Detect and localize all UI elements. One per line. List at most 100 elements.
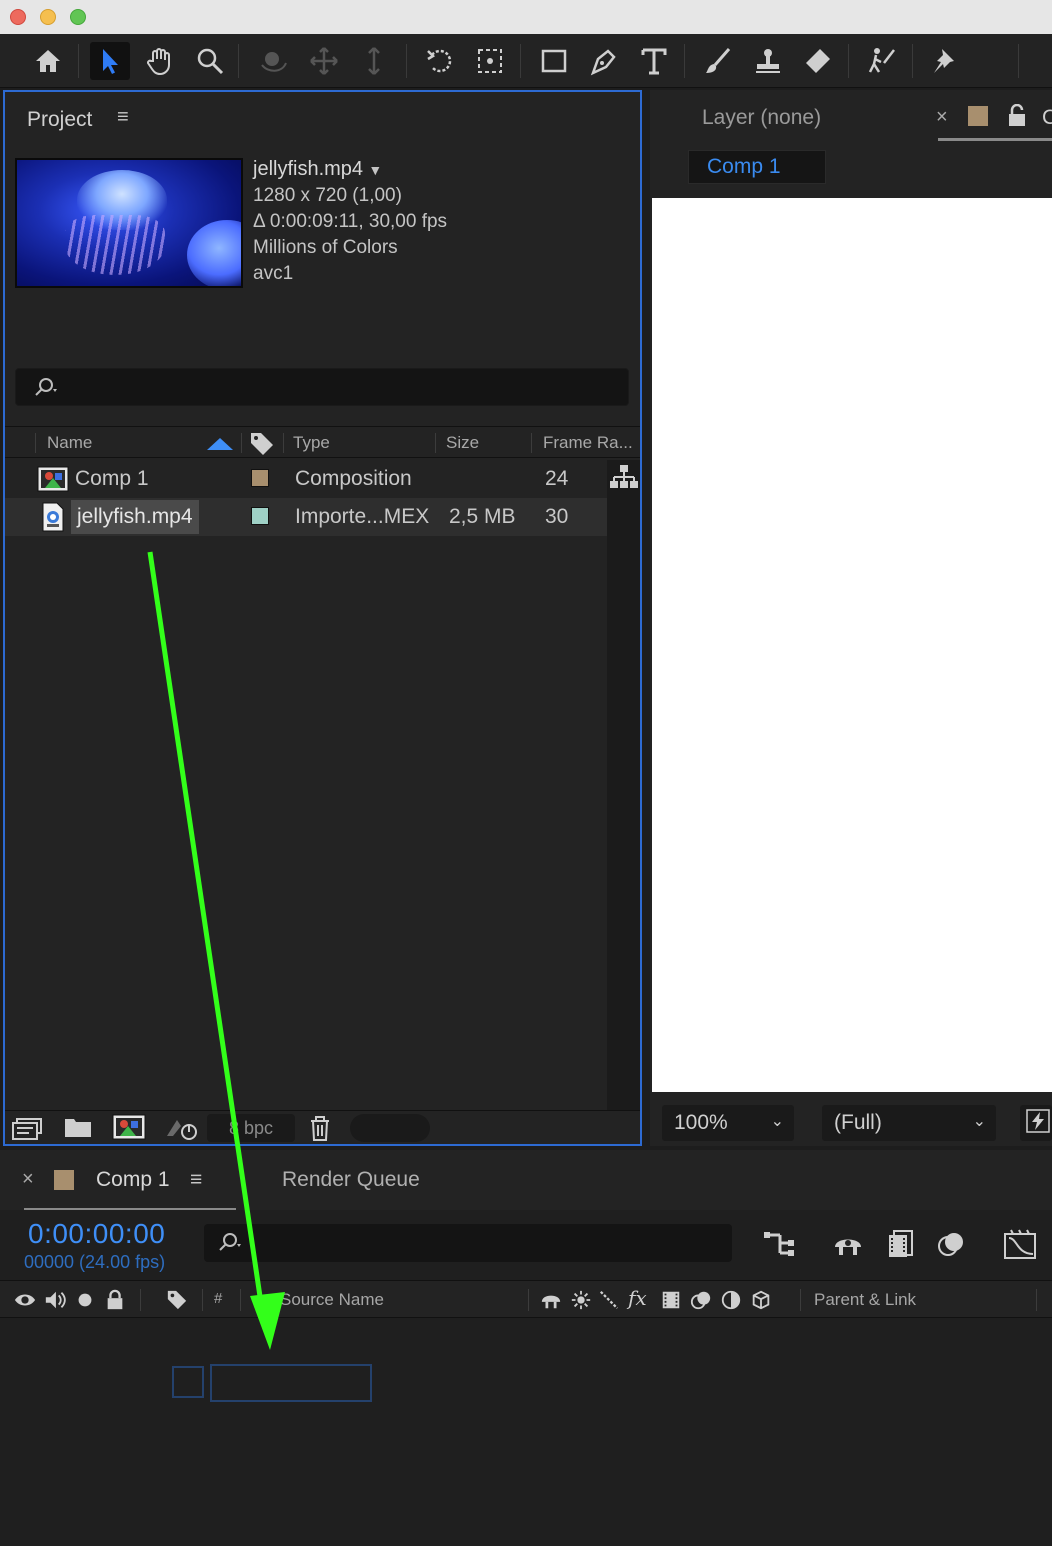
new-folder-icon[interactable] (63, 1115, 93, 1139)
type-tool-icon[interactable] (634, 42, 674, 80)
column-type[interactable]: Type (293, 433, 330, 453)
motion-blur-icon[interactable] (932, 1224, 972, 1264)
zoom-tool-icon[interactable] (190, 42, 230, 80)
resolution-dropdown[interactable]: (Full) ⌄ (822, 1105, 996, 1141)
orbit-camera-icon[interactable] (254, 42, 294, 80)
composition-viewer[interactable] (652, 198, 1052, 1092)
solo-icon[interactable] (74, 1289, 96, 1311)
shy-switch-icon[interactable] (540, 1289, 562, 1311)
label-color-swatch[interactable] (968, 106, 988, 126)
tab-overflow[interactable]: C (1042, 106, 1052, 130)
fast-previews-button[interactable] (1020, 1105, 1052, 1141)
search-icon (219, 1233, 241, 1251)
lock-icon[interactable] (1006, 104, 1028, 128)
project-item-comp[interactable]: Comp 1 Composition 24 (5, 460, 607, 498)
project-panel-title[interactable]: Project (27, 108, 92, 132)
dolly-camera-icon[interactable] (354, 42, 394, 80)
pen-tool-icon[interactable] (584, 42, 624, 80)
column-layer-number[interactable]: # (214, 1290, 222, 1307)
footage-name[interactable]: jellyfish.mp4 (253, 158, 363, 180)
roto-brush-icon[interactable] (862, 42, 902, 80)
close-icon[interactable]: × (22, 1168, 34, 1191)
project-scroll-column[interactable] (607, 460, 640, 1110)
timeline-tab-bar: × Comp 1 ≡ Render Queue (0, 1150, 1052, 1210)
collapse-switch-icon[interactable] (570, 1289, 592, 1311)
resolution-value: (Full) (834, 1111, 882, 1134)
home-icon[interactable] (28, 42, 68, 80)
footage-codec: avc1 (253, 263, 294, 284)
lock-icon[interactable] (104, 1289, 126, 1311)
effects-switch-icon[interactable]: fx (628, 1286, 647, 1310)
graph-editor-icon[interactable] (1000, 1224, 1040, 1264)
pan-camera-icon[interactable] (304, 42, 344, 80)
motion-blur-switch-icon[interactable] (690, 1289, 712, 1311)
frame-blend-switch-icon[interactable] (660, 1289, 682, 1311)
label-tag-icon[interactable] (249, 431, 275, 455)
column-size[interactable]: Size (446, 433, 479, 453)
label-color-swatch[interactable] (54, 1170, 74, 1190)
sort-ascending-icon[interactable] (207, 438, 233, 450)
trash-icon[interactable] (307, 1114, 333, 1142)
viewer-controls: 100% ⌄ (Full) ⌄ (650, 1100, 1052, 1146)
audio-icon[interactable] (44, 1289, 66, 1311)
chevron-down-icon[interactable]: ▼ (368, 162, 382, 178)
project-item-footage[interactable]: jellyfish.mp4 Importe...MEX 2,5 MB 30 (5, 498, 607, 536)
tab-layer[interactable]: Layer (none) (702, 106, 821, 130)
tab-render-queue[interactable]: Render Queue (282, 1168, 420, 1192)
shy-layers-icon[interactable] (828, 1224, 868, 1264)
frame-count-display: 00000 (24.00 fps) (24, 1252, 166, 1272)
chevron-down-icon: ⌄ (770, 1113, 784, 1130)
zoom-window-button[interactable] (70, 9, 86, 25)
item-name: jellyfish.mp4 (71, 500, 199, 534)
eraser-tool-icon[interactable] (798, 42, 838, 80)
comp-navigator-button[interactable]: Comp 1 (688, 150, 826, 184)
close-window-button[interactable] (10, 9, 26, 25)
column-frame-rate[interactable]: Frame Ra... (543, 433, 633, 453)
comp-flowchart-icon[interactable] (760, 1224, 800, 1264)
brush-tool-icon[interactable] (698, 42, 738, 80)
current-time-display[interactable]: 0:00:00:00 (28, 1218, 165, 1250)
close-icon[interactable]: × (936, 106, 948, 129)
panel-menu-icon[interactable]: ≡ (117, 106, 129, 129)
column-parent-link[interactable]: Parent & Link (814, 1290, 916, 1310)
adjustment-layer-icon[interactable] (720, 1289, 742, 1311)
chevron-down-icon: ⌄ (972, 1113, 986, 1130)
eye-icon[interactable] (14, 1289, 36, 1311)
panel-menu-icon[interactable]: ≡ (190, 1168, 202, 1192)
timeline-column-header: # Source Name fx Parent & Link (0, 1280, 1052, 1318)
selection-tool-icon[interactable] (90, 42, 130, 80)
project-panel[interactable]: Project ≡ jellyfish.mp4 ▼ 1280 x 720 (1,… (3, 90, 642, 1146)
new-composition-icon[interactable] (111, 1113, 147, 1141)
interpret-footage-icon[interactable] (11, 1115, 45, 1141)
footage-file-icon (42, 502, 64, 532)
rotation-tool-icon[interactable] (420, 42, 460, 80)
minimize-window-button[interactable] (40, 9, 56, 25)
magnification-dropdown[interactable]: 100% ⌄ (662, 1105, 794, 1141)
project-settings-icon[interactable] (163, 1114, 199, 1142)
frame-blending-icon[interactable] (880, 1224, 920, 1264)
hand-tool-icon[interactable] (140, 42, 180, 80)
clone-stamp-icon[interactable] (748, 42, 788, 80)
project-search-input[interactable] (15, 368, 629, 406)
column-source-name[interactable]: Source Name (280, 1290, 384, 1310)
pan-behind-icon[interactable] (470, 42, 510, 80)
lightning-icon (1026, 1109, 1050, 1133)
quality-switch-icon[interactable] (598, 1289, 620, 1311)
rectangle-tool-icon[interactable] (534, 42, 574, 80)
footer-scroll-pill[interactable] (350, 1114, 430, 1142)
3d-layer-icon[interactable] (750, 1289, 772, 1311)
timeline-panel[interactable]: × Comp 1 ≡ Render Queue 0:00:00:00 00000… (0, 1150, 1052, 1546)
label-color-swatch[interactable] (251, 507, 269, 525)
flowchart-icon[interactable] (610, 464, 638, 490)
magnification-value: 100% (674, 1111, 728, 1134)
timeline-search-input[interactable] (204, 1224, 732, 1262)
drop-target-indicator (172, 1366, 204, 1398)
label-color-swatch[interactable] (251, 469, 269, 487)
column-name[interactable]: Name (47, 433, 92, 453)
label-tag-icon[interactable] (166, 1289, 188, 1311)
item-frame-rate: 24 (545, 467, 569, 490)
project-column-header: Name Type Size Frame Ra... (5, 426, 640, 458)
puppet-pin-icon[interactable] (924, 42, 964, 80)
tab-comp[interactable]: Comp 1 (96, 1168, 170, 1192)
bit-depth-button[interactable]: 8 bpc (207, 1114, 295, 1142)
